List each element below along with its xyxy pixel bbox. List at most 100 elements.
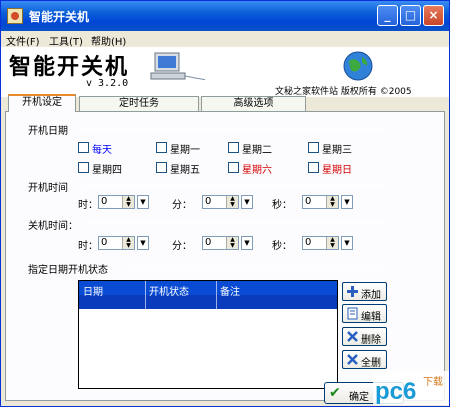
divider: [81, 185, 385, 186]
menu-tools[interactable]: 工具(T): [49, 33, 83, 48]
ok-button-label: 确定: [349, 392, 369, 403]
header-banner: 智能开关机 v 3.2.0 文秘之家软件站 版权所有 ©2005: [1, 47, 449, 97]
shutdown-minute-label: 分：: [172, 241, 192, 252]
delete-all-button-label: 全删: [361, 358, 381, 369]
watermark-site: pc6: [375, 378, 416, 405]
shutdown-time-label: 关机时间：: [28, 221, 78, 232]
add-icon: [347, 286, 358, 297]
checkbox-monday[interactable]: [156, 142, 167, 153]
shutdown-hour-label: 时：: [78, 241, 98, 252]
checkbox-thursday-label: 星期四: [92, 165, 122, 176]
shutdown-hour-value: 0: [101, 237, 108, 248]
menu-help[interactable]: 帮助(H): [91, 33, 126, 48]
spinner-arrows-icon[interactable]: ▲ ▼: [122, 196, 134, 208]
checkbox-sunday[interactable]: [308, 162, 319, 173]
checkmark-icon: ✔: [329, 385, 341, 401]
edit-button-label: 编辑: [361, 312, 381, 323]
checkbox-everyday[interactable]: [78, 142, 89, 153]
shutdown-second-dropdown[interactable]: ▼: [341, 236, 353, 250]
checkbox-wednesday-label: 星期三: [322, 145, 352, 156]
watermark-logo: pc6 下载: [373, 371, 449, 405]
column-header-date[interactable]: 日期: [83, 283, 103, 298]
delete-button-label: 删除: [361, 335, 381, 346]
checkbox-tuesday-label: 星期二: [242, 145, 272, 156]
checkbox-tuesday[interactable]: [228, 142, 239, 153]
title-bar: 智能开关机 _ □ ×: [1, 1, 449, 31]
boot-minute-spinner[interactable]: 0 ▲ ▼: [202, 195, 239, 209]
menu-bar: 文件(F) 工具(T) 帮助(H): [1, 31, 449, 48]
shutdown-second-value: 0: [305, 237, 312, 248]
boot-second-dropdown[interactable]: ▼: [341, 195, 353, 209]
spinner-arrows-icon[interactable]: ▲ ▼: [226, 237, 238, 249]
divider: [88, 223, 385, 224]
delete-button[interactable]: 删除: [342, 327, 387, 346]
checkbox-saturday-label: 星期六: [242, 165, 272, 176]
boot-minute-dropdown[interactable]: ▼: [241, 195, 253, 209]
boot-time-label: 开机时间: [28, 183, 68, 194]
tab-boot-settings[interactable]: 开机设定: [8, 94, 76, 112]
globe-icon: [343, 51, 373, 81]
date-boot-status-label: 指定日期开机状态: [28, 265, 108, 276]
checkbox-monday-label: 星期一: [170, 145, 200, 156]
minimize-button[interactable]: _: [377, 5, 398, 26]
tab-panel: 开机日期 每天 星期一 星期二 星期三 星期四 星期五 星期六 星期日 开机时间…: [5, 111, 445, 404]
checkbox-friday[interactable]: [156, 162, 167, 173]
computer-icon: [150, 52, 205, 81]
watermark-text: 下载: [423, 376, 443, 388]
column-header-boot-status[interactable]: 开机状态: [149, 283, 189, 298]
maximize-button[interactable]: □: [400, 5, 421, 26]
app-window: 智能开关机 _ □ × 文件(F) 工具(T) 帮助(H) 智能开关机 v 3.…: [0, 0, 450, 407]
boot-minute-label: 分：: [172, 200, 192, 211]
column-separator[interactable]: [216, 281, 217, 309]
shutdown-second-label: 秒：: [272, 241, 292, 252]
shutdown-minute-spinner[interactable]: 0 ▲ ▼: [202, 236, 239, 250]
selected-row[interactable]: [79, 295, 337, 309]
checkbox-friday-label: 星期五: [170, 165, 200, 176]
checkbox-sunday-label: 星期日: [322, 165, 352, 176]
shutdown-second-spinner[interactable]: 0 ▲ ▼: [302, 236, 339, 250]
spinner-arrows-icon[interactable]: ▲ ▼: [326, 196, 338, 208]
checkbox-wednesday[interactable]: [308, 142, 319, 153]
tab-strip: 开机设定 定时任务 高级选项: [1, 94, 449, 112]
app-icon: [7, 8, 23, 24]
edit-icon: [347, 307, 358, 320]
delete-all-icon: [347, 354, 358, 365]
menu-file[interactable]: 文件(F): [6, 33, 40, 48]
delete-icon: [347, 331, 358, 342]
divider: [81, 128, 385, 129]
tab-advanced-options[interactable]: 高级选项: [201, 96, 306, 111]
boot-minute-value: 0: [205, 196, 212, 207]
date-status-table[interactable]: 日期 开机状态 备注: [78, 280, 338, 389]
version-label: v 3.2.0: [86, 78, 129, 89]
checkbox-everyday-label: 每天: [92, 145, 112, 156]
add-button[interactable]: 添加: [342, 282, 387, 301]
shutdown-hour-dropdown[interactable]: ▼: [137, 236, 149, 250]
window-title: 智能开关机: [29, 10, 90, 24]
shutdown-minute-dropdown[interactable]: ▼: [241, 236, 253, 250]
boot-second-spinner[interactable]: 0 ▲ ▼: [302, 195, 339, 209]
boot-date-label: 开机日期: [28, 126, 68, 137]
brand-title: 智能开关机: [9, 54, 130, 80]
boot-second-label: 秒：: [272, 200, 292, 211]
add-button-label: 添加: [361, 290, 381, 301]
boot-hour-label: 时：: [78, 200, 98, 211]
column-separator[interactable]: [145, 281, 146, 309]
divider: [126, 267, 385, 268]
column-header-notes[interactable]: 备注: [220, 283, 240, 298]
edit-button[interactable]: 编辑: [342, 304, 387, 323]
table-header: 日期 开机状态 备注: [79, 281, 337, 309]
shutdown-hour-spinner[interactable]: 0 ▲ ▼: [98, 236, 135, 250]
shutdown-minute-value: 0: [205, 237, 212, 248]
boot-hour-dropdown[interactable]: ▼: [137, 195, 149, 209]
spinner-arrows-icon[interactable]: ▲ ▼: [122, 237, 134, 249]
spinner-arrows-icon[interactable]: ▲ ▼: [326, 237, 338, 249]
delete-all-button[interactable]: 全删: [342, 350, 387, 369]
spinner-arrows-icon[interactable]: ▲ ▼: [226, 196, 238, 208]
boot-hour-spinner[interactable]: 0 ▲ ▼: [98, 195, 135, 209]
tab-scheduled-tasks[interactable]: 定时任务: [79, 96, 199, 111]
close-button[interactable]: ×: [423, 5, 444, 26]
checkbox-thursday[interactable]: [78, 162, 89, 173]
boot-second-value: 0: [305, 196, 312, 207]
checkbox-saturday[interactable]: [228, 162, 239, 173]
boot-hour-value: 0: [101, 196, 108, 207]
